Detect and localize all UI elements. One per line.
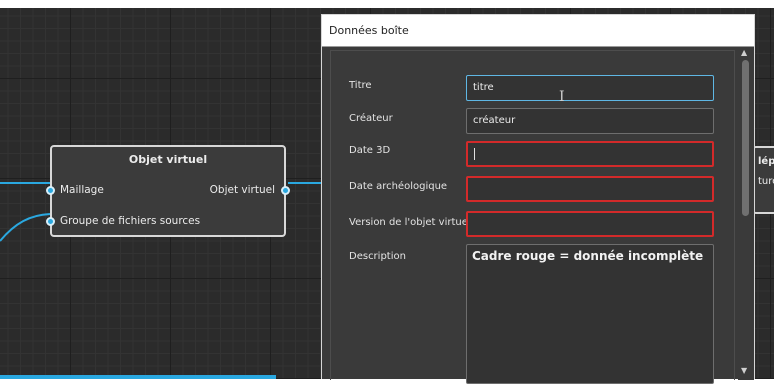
port-label-objet-virtuel: Objet virtuel [209,184,275,196]
scroll-up-icon[interactable]: ▲ [741,48,747,57]
text-caret [474,148,475,160]
node-partial-right[interactable]: lépo ture [752,146,774,214]
input-port-icon[interactable] [46,185,55,195]
horizontal-scroll-indicator[interactable] [0,375,276,379]
description-textarea[interactable]: Cadre rouge = donnée incomplète [466,244,714,384]
port-label-maillage: Maillage [60,184,104,196]
dialog-form: Titre titre I Créateur créateur Date 3D … [330,50,735,384]
dialog-title: Données boîte [322,15,754,47]
createur-input[interactable]: créateur [466,108,714,134]
node-objet-virtuel[interactable]: Objet virtuel Maillage Groupe de fichier… [46,145,290,237]
date-3d-input[interactable] [466,141,714,167]
text-cursor-icon: I [559,89,565,105]
version-objet-label: Version de l'objet virtuel [349,217,471,228]
date-archeologique-input[interactable] [466,176,714,202]
output-port-icon[interactable] [281,185,290,195]
titre-input[interactable]: titre [466,75,714,101]
version-objet-input[interactable] [466,211,714,237]
date-3d-label: Date 3D [349,145,391,156]
description-label: Description [349,251,406,262]
donnees-boite-dialog: Données boîte Titre titre I Créateur cré… [321,14,755,384]
node-partial-label: ture [758,176,774,187]
scroll-down-icon[interactable]: ▼ [741,366,747,375]
vertical-scrollbar[interactable]: ▲ ▼ [738,47,754,380]
scroll-thumb[interactable] [742,60,749,216]
titre-label: Titre [349,80,372,91]
createur-label: Créateur [349,113,393,124]
port-objet-virtuel-out[interactable]: Objet virtuel [210,184,290,196]
port-maillage[interactable]: Maillage [46,184,104,196]
node-title: Objet virtuel [128,153,208,166]
node-partial-title: lépo [758,156,774,167]
date-archeologique-label: Date archéologique [349,181,448,192]
input-port-icon[interactable] [46,216,55,226]
port-groupe-fichiers[interactable]: Groupe de fichiers sources [46,215,200,227]
wire-groupe-fichiers [0,213,51,242]
port-label-groupe-fichiers: Groupe de fichiers sources [60,215,201,227]
